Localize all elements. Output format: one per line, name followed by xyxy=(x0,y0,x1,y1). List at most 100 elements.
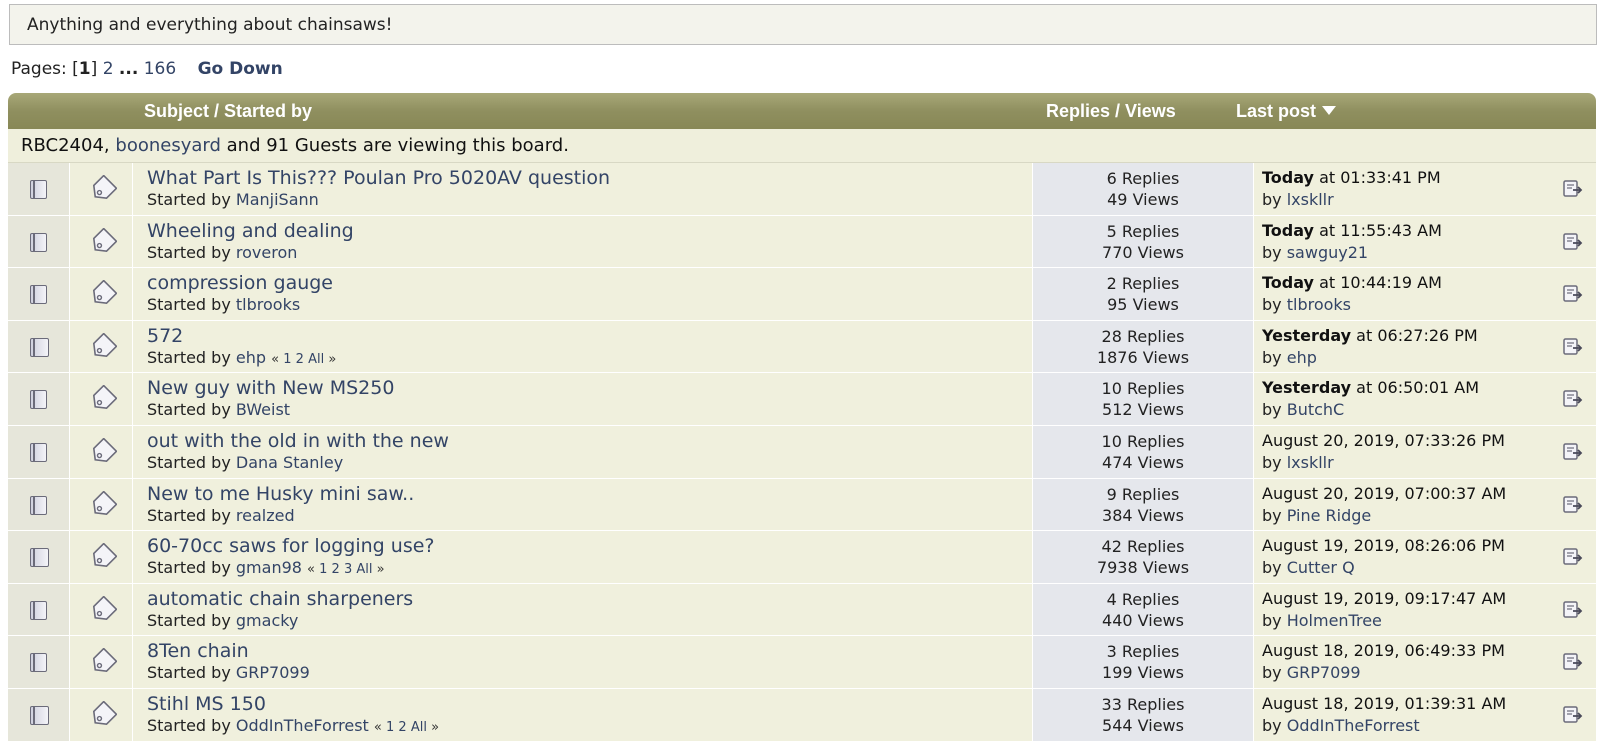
document-icon xyxy=(30,495,47,515)
last-post-day: Today xyxy=(1262,168,1314,187)
board-viewers: RBC2404, boonesyard and 91 Guests are vi… xyxy=(8,129,1596,163)
goto-last-post-icon[interactable] xyxy=(1562,493,1584,515)
goto-last-post-icon[interactable] xyxy=(1562,282,1584,304)
topic-title-link[interactable]: out with the old in with the new xyxy=(147,430,449,452)
topic-title-link[interactable]: What Part Is This??? Poulan Pro 5020AV q… xyxy=(147,167,610,189)
message-icon-cell xyxy=(70,636,132,688)
starter-user-link[interactable]: ehp xyxy=(236,348,266,367)
last-post-user-link[interactable]: Cutter Q xyxy=(1287,558,1355,577)
replies-count: 3 Replies xyxy=(1106,642,1180,662)
go-down-link[interactable]: Go Down xyxy=(198,59,283,79)
starter-user-link[interactable]: gmacky xyxy=(236,611,299,630)
last-post-user-link[interactable]: ehp xyxy=(1287,348,1317,367)
goto-last-post-icon[interactable] xyxy=(1562,440,1584,462)
starter-user-link[interactable]: gman98 xyxy=(236,558,302,577)
topic-title-link[interactable]: Stihl MS 150 xyxy=(147,693,266,715)
starter-user-link[interactable]: GRP7099 xyxy=(236,663,310,682)
topic-stats: 3 Replies 199 Views xyxy=(1033,636,1253,683)
goto-last-post-icon[interactable] xyxy=(1562,703,1584,725)
starter-user-link[interactable]: BWeist xyxy=(236,400,290,419)
topic-title-link[interactable]: compression gauge xyxy=(147,272,333,294)
topic-starter: Started by realzed xyxy=(147,506,295,525)
tag-icon xyxy=(92,543,117,568)
by-label: by xyxy=(1262,295,1282,315)
topic-title-link[interactable]: 60-70cc saws for logging use? xyxy=(147,535,435,557)
sort-replies-views-link[interactable]: Replies / Views xyxy=(1046,93,1176,129)
topic-title-link[interactable]: 572 xyxy=(147,325,183,347)
last-post-user-link[interactable]: lxskllr xyxy=(1287,190,1334,209)
topic-page-link[interactable]: 2 xyxy=(332,562,340,577)
topic-all-pages-link[interactable]: All xyxy=(356,562,372,577)
sort-last-post-link[interactable]: Last post xyxy=(1236,93,1337,129)
goto-last-post-icon[interactable] xyxy=(1562,545,1584,567)
topic-all-pages-link[interactable]: All xyxy=(411,720,427,735)
goto-last-post-icon[interactable] xyxy=(1562,598,1584,620)
topic-title-link[interactable]: 8Ten chain xyxy=(147,640,249,662)
bracket-open: [ xyxy=(72,59,79,79)
last-post-user-link[interactable]: Pine Ridge xyxy=(1287,506,1372,525)
starter-user-link[interactable]: realzed xyxy=(236,506,295,525)
starter-user-link[interactable]: roveron xyxy=(236,243,297,262)
goto-last-post-icon[interactable] xyxy=(1562,177,1584,199)
tag-icon xyxy=(92,332,117,357)
topic-page-link[interactable]: 1 xyxy=(386,720,394,735)
last-post-user-link[interactable]: sawguy21 xyxy=(1287,243,1368,262)
last-post-user-link[interactable]: lxskllr xyxy=(1287,453,1334,472)
started-by-label: Started by xyxy=(147,558,231,578)
tag-icon xyxy=(92,490,117,515)
views-count: 49 Views xyxy=(1107,190,1179,209)
starter-user-link[interactable]: ManjiSann xyxy=(236,190,319,209)
starter-user-link[interactable]: OddInTheForrest xyxy=(236,716,369,735)
table-row: New guy with New MS250 Started by BWeist 1… xyxy=(8,373,1596,426)
last-post-author: by tlbrooks xyxy=(1262,295,1351,314)
topic-starter: Started by GRP7099 xyxy=(147,663,310,682)
replies-count: 2 Replies xyxy=(1106,274,1180,294)
last-post-user-link[interactable]: tlbrooks xyxy=(1287,295,1351,314)
last-post-user-link[interactable]: OddInTheForrest xyxy=(1287,716,1420,735)
starter-user-link[interactable]: tlbrooks xyxy=(236,295,300,314)
topic-page-link[interactable]: 1 xyxy=(319,562,327,577)
sort-subject-link[interactable]: Subject / Started by xyxy=(144,93,312,129)
topic-page-link[interactable]: 3 xyxy=(344,562,352,577)
last-post-time: August 19, 2019, 09:17:47 AM xyxy=(1262,589,1506,608)
table-row: Wheeling and dealing Started by roveron 5 … xyxy=(8,215,1596,269)
goto-last-post-icon[interactable] xyxy=(1562,230,1584,252)
goto-last-post-icon[interactable] xyxy=(1562,387,1584,409)
starter-user-link[interactable]: Dana Stanley xyxy=(236,453,343,472)
by-label: by xyxy=(1262,610,1282,630)
message-icon-cell xyxy=(70,215,132,268)
topic-starter: Started by gman98 « 1 2 3 All » xyxy=(147,558,385,577)
last-post-timestamp: at 11:55:43 AM xyxy=(1319,220,1442,240)
topic-title-link[interactable]: Wheeling and dealing xyxy=(147,220,354,242)
topic-status-cell xyxy=(8,425,69,478)
last-post-user-link[interactable]: HolmenTree xyxy=(1287,611,1382,630)
topic-page-link[interactable]: 2 xyxy=(398,720,406,735)
topic-stats-cell: 3 Replies 199 Views xyxy=(1033,636,1253,688)
topic-title-link[interactable]: New guy with New MS250 xyxy=(147,377,394,399)
viewer-user-link[interactable]: boonesyard xyxy=(115,135,221,156)
document-icon xyxy=(30,600,47,620)
page-link-last[interactable]: 166 xyxy=(144,59,176,79)
last-post-timestamp: August 20, 2019, 07:33:26 PM xyxy=(1262,430,1505,450)
topic-table-header: Subject / Started by Replies / Views Las… xyxy=(8,93,1596,129)
last-post-timestamp: August 18, 2019, 01:39:31 AM xyxy=(1262,693,1507,713)
started-by-label: Started by xyxy=(147,242,231,262)
sort-desc-icon xyxy=(1322,105,1337,115)
last-post-author: by lxskllr xyxy=(1262,453,1334,472)
topic-title-link[interactable]: automatic chain sharpeners xyxy=(147,588,413,610)
topic-page-link[interactable]: 2 xyxy=(296,352,304,367)
last-post-user-link[interactable]: GRP7099 xyxy=(1287,663,1361,682)
views-count: 7938 Views xyxy=(1096,558,1190,578)
last-post-cell: Today at 10:44:19 AM by tlbrooks xyxy=(1254,268,1596,320)
topic-stats: 9 Replies 384 Views xyxy=(1033,479,1253,526)
goto-last-post-icon[interactable] xyxy=(1562,650,1584,672)
goto-last-post-icon[interactable] xyxy=(1562,335,1584,357)
message-icon-cell xyxy=(70,320,132,373)
page-link-2[interactable]: 2 xyxy=(103,59,114,79)
topic-title-link[interactable]: New to me Husky mini saw.. xyxy=(147,483,414,505)
topic-stats-cell: 9 Replies 384 Views xyxy=(1033,478,1253,531)
topic-starter: Started by BWeist xyxy=(147,400,290,419)
topic-page-link[interactable]: 1 xyxy=(283,352,291,367)
last-post-user-link[interactable]: ButchC xyxy=(1287,400,1345,419)
topic-all-pages-link[interactable]: All xyxy=(308,352,324,367)
